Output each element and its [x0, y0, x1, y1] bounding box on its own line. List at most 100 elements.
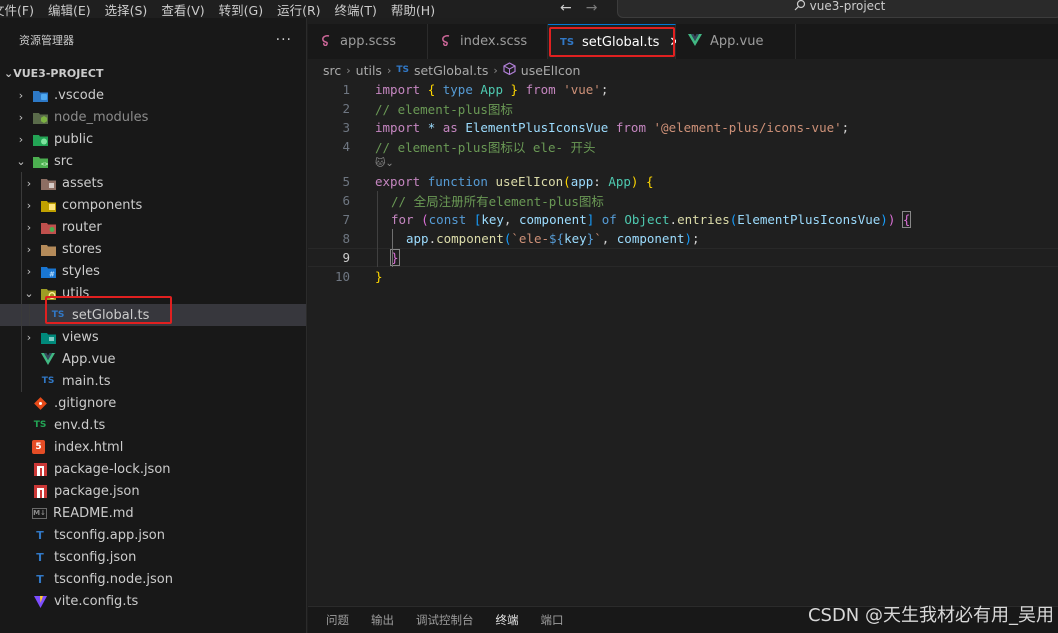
markdown-icon: M↓ — [32, 507, 47, 519]
menu-view[interactable]: 查看(V) — [161, 0, 204, 19]
tree-item-components[interactable]: › components — [0, 194, 306, 216]
tree-item-tsconfig-json[interactable]: T tsconfig.json — [0, 546, 306, 568]
codelens[interactable]: 🐱⌄ — [308, 155, 394, 171]
line-content: import * as ElementPlusIconsVue from '@e… — [375, 120, 849, 135]
panel-tab-debug-console[interactable]: 调试控制台 — [416, 612, 474, 628]
code-line: 9 } — [308, 248, 1058, 267]
tree-item-label: public — [54, 131, 94, 147]
command-center-search[interactable]: vue3-project — [617, 0, 1058, 18]
code-editor[interactable]: 1 import { type App } from 'vue'; 2 // e… — [308, 80, 1058, 605]
assets-folder-icon — [40, 175, 56, 191]
tree-item-views[interactable]: › views — [0, 326, 306, 348]
public-folder-icon — [32, 131, 48, 147]
svg-text:<>: <> — [41, 161, 48, 168]
tree-item-setglobal-ts[interactable]: TS setGlobal.ts — [0, 304, 306, 326]
code-token: , — [601, 231, 610, 246]
tree-item-label: package-lock.json — [54, 461, 171, 477]
tree-item-node-modules[interactable]: › node_modules — [0, 106, 306, 128]
tree-item-package-json[interactable]: package.json — [0, 480, 306, 502]
tree-item-package-lock-json[interactable]: package-lock.json — [0, 458, 306, 480]
code-token: ; — [692, 231, 700, 246]
codelens-icon[interactable]: 🐱⌄ — [375, 158, 394, 169]
tree-item-vite-config-ts[interactable]: vite.config.ts — [0, 590, 306, 612]
tsconfig-icon: T — [36, 572, 44, 586]
code-token: useElIcon — [495, 174, 564, 189]
menu-help[interactable]: 帮助(H) — [391, 0, 435, 19]
tree-item-app-vue[interactable]: App.vue — [0, 348, 306, 370]
menu-terminal[interactable]: 终端(T) — [335, 0, 377, 19]
tree-item-utils[interactable]: ⌄ utils — [0, 282, 306, 304]
typescript-icon: TS — [41, 376, 55, 386]
nav-arrows: ← → — [560, 0, 597, 16]
vue-icon — [40, 351, 56, 367]
tab-index-scss[interactable]: index.scss — [428, 24, 548, 59]
code-token: const — [428, 212, 467, 227]
panel-tab-problems[interactable]: 问题 — [326, 612, 349, 628]
tab-label: app.scss — [340, 34, 397, 49]
tree-item-public[interactable]: › public — [0, 128, 306, 150]
tree-item-stores[interactable]: › stores — [0, 238, 306, 260]
utils-folder-icon — [40, 285, 56, 301]
code-token: import — [375, 120, 421, 135]
panel-tab-ports[interactable]: 端口 — [541, 612, 564, 628]
tree-item-readme-md[interactable]: M↓ README.md — [0, 502, 306, 524]
tree-item-router[interactable]: › router — [0, 216, 306, 238]
more-actions-icon[interactable]: ··· — [276, 32, 292, 48]
tab-app-vue[interactable]: App.vue — [676, 24, 796, 59]
menu-file[interactable]: 文件(F) — [0, 0, 34, 19]
back-arrow-icon[interactable]: ← — [560, 0, 572, 16]
tree-item-index-html[interactable]: 5 index.html — [0, 436, 306, 458]
breadcrumb: src › utils › TS setGlobal.ts › useElIco… — [323, 60, 580, 80]
menu-go[interactable]: 转到(G) — [219, 0, 263, 19]
indent-guide — [21, 370, 22, 392]
tree-item-gitignore[interactable]: .gitignore — [0, 392, 306, 414]
code-token: ElementPlusIconsVue — [465, 120, 609, 135]
src-folder-icon: <> — [32, 153, 48, 169]
tree-item-vscode[interactable]: › .vscode — [0, 84, 306, 106]
menu-run[interactable]: 运行(R) — [277, 0, 320, 19]
code-token: ` — [594, 231, 602, 246]
line-content: // 全局注册所有element-plus图标 — [391, 194, 604, 209]
code-token: for — [391, 212, 414, 227]
menu-edit[interactable]: 编辑(E) — [48, 0, 91, 19]
breadcrumb-item[interactable]: setGlobal.ts — [414, 63, 488, 78]
indent-guide — [21, 216, 22, 238]
typescript-icon: TS — [51, 310, 65, 320]
code-token: ElementPlusIconsVue — [737, 212, 881, 227]
tab-app-scss[interactable]: app.scss — [308, 24, 428, 59]
panel-tab-terminal[interactable]: 终端 — [496, 612, 519, 628]
project-name: VUE3-PROJECT — [13, 66, 104, 80]
forward-arrow-icon[interactable]: → — [586, 0, 598, 16]
breadcrumb-separator: › — [493, 63, 498, 77]
tree-item-tsconfig-app-json[interactable]: T tsconfig.app.json — [0, 524, 306, 546]
tree-item-main-ts[interactable]: TS main.ts — [0, 370, 306, 392]
code-token: entries — [677, 212, 730, 227]
tree-item-styles[interactable]: › # styles — [0, 260, 306, 282]
chevron-right-icon: › — [18, 88, 24, 102]
breadcrumb-item[interactable]: src — [323, 63, 341, 78]
tree-item-src[interactable]: ⌄ <> src — [0, 150, 306, 172]
tree-item-env-d-ts[interactable]: TS env.d.ts — [0, 414, 306, 436]
panel-tab-output[interactable]: 输出 — [371, 612, 394, 628]
tree-item-label: views — [62, 329, 99, 345]
node-folder-icon — [32, 109, 48, 125]
code-token: ) — [630, 174, 639, 189]
tree-item-tsconfig-node-json[interactable]: T tsconfig.node.json — [0, 568, 306, 590]
indent-guide — [21, 194, 22, 216]
components-folder-icon — [40, 197, 56, 213]
line-number: 5 — [342, 174, 350, 189]
code-token: key — [481, 212, 504, 227]
tab-setglobal-ts[interactable]: TS setGlobal.ts ✕ — [548, 24, 680, 59]
tree-item-assets[interactable]: › assets — [0, 172, 306, 194]
code-token: , — [503, 212, 512, 227]
project-root[interactable]: ⌄ VUE3-PROJECT — [0, 62, 306, 84]
breadcrumb-item[interactable]: useElIcon — [521, 63, 581, 78]
stores-folder-icon — [40, 241, 56, 257]
code-token: ) — [880, 212, 888, 227]
code-line: 10 } — [308, 267, 383, 286]
tree-item-label: tsconfig.node.json — [54, 571, 173, 587]
menu-selection[interactable]: 选择(S) — [105, 0, 148, 19]
breadcrumb-item[interactable]: utils — [356, 63, 382, 78]
tree-item-label: node_modules — [54, 109, 149, 125]
tree-item-label: src — [54, 153, 73, 169]
